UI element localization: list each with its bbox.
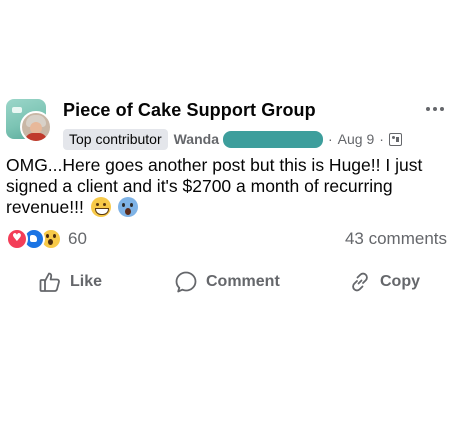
author-name[interactable]: Wanda bbox=[174, 131, 219, 147]
meta-separator: · bbox=[327, 131, 333, 147]
copy-label: Copy bbox=[380, 273, 420, 290]
redacted-surname bbox=[222, 130, 323, 148]
post-text: OMG...Here goes another post but this is… bbox=[6, 155, 423, 217]
group-avatar[interactable] bbox=[6, 99, 52, 143]
post-meta: Top contributor Wanda · Aug 9 · bbox=[63, 128, 402, 150]
reactions-summary[interactable]: 60 bbox=[6, 228, 87, 250]
reaction-count: 60 bbox=[68, 229, 87, 248]
meta-separator-2: · bbox=[379, 131, 384, 147]
comment-bubble-icon bbox=[175, 271, 197, 293]
screaming-face-emoji bbox=[117, 197, 138, 217]
group-post: Piece of Cake Support Group Top contribu… bbox=[0, 0, 453, 433]
comment-button[interactable]: Comment bbox=[174, 267, 280, 297]
more-options-icon[interactable] bbox=[423, 99, 447, 119]
grinning-face-emoji bbox=[90, 197, 111, 217]
like-button[interactable]: Like bbox=[38, 267, 102, 297]
thumbs-up-icon bbox=[39, 272, 60, 292]
author-avatar[interactable] bbox=[20, 111, 52, 143]
group-name-link[interactable]: Piece of Cake Support Group bbox=[63, 100, 316, 121]
action-bar: Like Comment Copy bbox=[0, 267, 453, 297]
post-body: OMG...Here goes another post but this is… bbox=[6, 155, 451, 218]
members-only-icon bbox=[388, 132, 402, 146]
top-contributor-badge[interactable]: Top contributor bbox=[63, 128, 168, 150]
copy-button[interactable]: Copy bbox=[348, 267, 420, 297]
link-icon bbox=[352, 272, 368, 292]
comments-count-link[interactable]: 43 comments bbox=[345, 229, 447, 249]
comment-label: Comment bbox=[206, 273, 280, 290]
post-date[interactable]: Aug 9 bbox=[338, 131, 375, 147]
like-label: Like bbox=[70, 273, 103, 290]
love-reaction-icon bbox=[6, 228, 28, 250]
